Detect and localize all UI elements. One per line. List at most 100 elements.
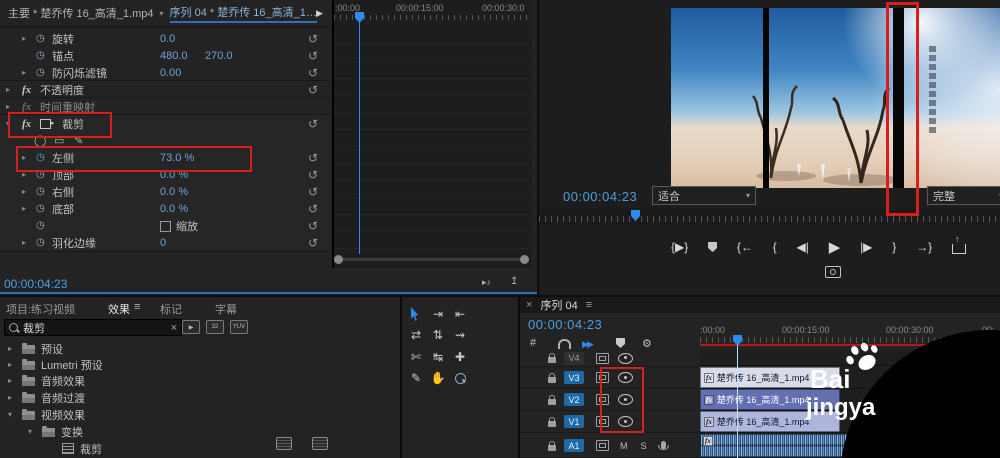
chevron-down-icon[interactable]: ▾ [160,9,164,18]
slide-tool[interactable]: ✚ [450,348,470,366]
property-value[interactable]: 0 [160,237,166,249]
reset-icon[interactable]: ↺ [308,151,318,165]
export-icon[interactable]: ↥ [510,276,518,287]
source-patch-icon[interactable] [596,440,609,451]
new-custom-bin-button[interactable] [276,437,292,450]
snap-magnet-icon[interactable] [558,339,571,349]
step-back-button[interactable]: ◀| [797,240,809,254]
play-in-out-button[interactable]: {▶} [671,240,688,254]
track-label-a1[interactable]: A1 [564,439,584,452]
monitor-timecode[interactable]: 00:00:04:23 [563,189,637,204]
chevron-down-icon[interactable]: ▾ [28,427,36,436]
property-row-crop-bottom[interactable]: ▸ ◷ 底部 0.0 % ↺ [0,200,330,217]
solo-button[interactable]: S [641,441,647,451]
tab-markers[interactable]: 标记 [160,301,182,317]
rolling-edit-tool[interactable]: ⇅ [428,326,448,344]
zoom-handle-left[interactable] [334,255,343,264]
timeline-timecode[interactable]: 00:00:04:23 [528,317,602,332]
tree-item-audio-transitions[interactable]: ▸ 音频过渡 [8,390,85,405]
timeline-settings-icon[interactable]: ⚙ [642,337,652,350]
lock-icon[interactable] [548,372,556,383]
effect-controls-timeline[interactable]: :00:00 00:00:15:00 00:00:30:0 [332,0,532,268]
mark-out-button[interactable]: } [892,240,896,254]
voiceover-mic-icon[interactable] [658,440,670,450]
property-value-y[interactable]: 270.0 [205,50,233,62]
reset-icon[interactable]: ↺ [308,32,318,46]
chevron-right-icon[interactable]: ▸ [6,85,10,94]
play-button[interactable]: ▶ [829,238,841,256]
tree-item-video-effects[interactable]: ▾ 视频效果 [8,407,85,422]
tab-captions[interactable]: 字幕 [215,301,237,317]
zoom-level-select[interactable]: 适合 ▾ [652,186,756,205]
reset-icon[interactable]: ↺ [308,236,318,250]
mute-button[interactable]: M [620,441,628,451]
add-marker-icon[interactable] [708,242,718,252]
property-value[interactable]: 0.0 % [160,203,188,215]
play-audio-icon[interactable]: ▸♪ [482,277,491,288]
playback-quality-select[interactable]: 完整 ▾ [927,186,1000,205]
chevron-right-icon[interactable]: ▸ [8,360,16,369]
tree-item-crop-effect[interactable]: 裁剪 [62,441,102,456]
stopwatch-icon[interactable]: ◷ [36,186,45,197]
property-row-rotation[interactable]: ▸ ◷ 旋转 0.0 ↺ [0,30,330,47]
property-row-crop-zoom[interactable]: ◷ 缩放 ↺ [0,217,330,234]
chevron-right-icon[interactable]: ▸ [22,68,26,77]
panel-menu-icon[interactable]: ≡ [586,299,592,311]
hand-tool[interactable]: ✋ [428,369,448,387]
chevron-right-icon[interactable]: ▸ [22,34,26,43]
zoom-checkbox[interactable] [160,221,171,232]
nest-sequence-icon[interactable]: # [530,337,536,349]
lock-icon[interactable] [548,394,556,405]
property-row-anchor[interactable]: ◷ 锚点 480.0 270.0 ↺ [0,47,330,64]
track-visibility-eye-icon[interactable] [618,352,633,364]
chevron-right-icon[interactable]: ▸ [8,344,16,353]
stopwatch-icon[interactable]: ◷ [36,203,45,214]
track-label-v2[interactable]: V2 [564,393,584,406]
stopwatch-icon[interactable]: ◷ [36,67,45,78]
property-value[interactable]: 0.0 [160,33,175,45]
chevron-right-icon[interactable]: ▸ [8,393,16,402]
chevron-right-icon[interactable]: ▸ [22,204,26,213]
track-select-forward-tool[interactable]: ⇥ [428,305,448,323]
linked-selection-icon[interactable]: ▶▶ [582,339,594,350]
clip-a1-audio[interactable]: fx [700,434,854,457]
property-value[interactable]: 480.0 [160,50,188,62]
rate-stretch-tool[interactable]: ⇝ [450,326,470,344]
go-to-in-button[interactable]: {← [737,240,753,254]
reset-icon[interactable]: ↺ [308,117,318,131]
chevron-right-icon[interactable]: ▸ [8,376,16,385]
step-forward-button[interactable]: |▶ [860,240,872,254]
chevron-right-icon[interactable]: ▸ [22,187,26,196]
source-clip-tab[interactable]: 主要 * 楚乔传 16_高清_1.mp4 [8,5,154,21]
reset-icon[interactable]: ↺ [308,83,318,97]
lock-icon[interactable] [548,353,556,363]
playhead[interactable] [355,12,364,23]
tab-overflow-icon[interactable]: ▶ [316,8,323,19]
tree-item-audio-effects[interactable]: ▸ 音频效果 [8,373,85,388]
mark-in-button[interactable]: { [773,240,777,254]
sequence-clip-tab[interactable]: 序列 04 * 楚乔传 16_高清_1… [169,4,317,23]
reset-icon[interactable]: ↺ [308,185,318,199]
lock-icon[interactable] [548,440,556,451]
pen-tool[interactable]: ✎ [406,369,426,387]
chevron-right-icon[interactable]: ▸ [22,238,26,247]
tree-item-lumetri-presets[interactable]: ▸ Lumetri 预设 [8,357,103,372]
camera-icon[interactable] [825,266,841,278]
lock-icon[interactable] [548,416,556,427]
yuv-effects-badge[interactable]: YUV [230,320,248,334]
tree-item-presets[interactable]: ▸ 预设 [8,341,63,356]
ripple-edit-tool[interactable]: ⇄ [406,326,426,344]
reset-icon[interactable]: ↺ [308,202,318,216]
32bit-effects-badge[interactable]: 32 [206,320,224,334]
stopwatch-icon[interactable]: ◷ [36,220,45,231]
zoom-scrollbar[interactable] [340,258,522,261]
tab-effects[interactable]: 效果 [108,301,130,321]
chevron-right-icon[interactable]: ▸ [6,102,10,111]
ecp-timecode[interactable]: 00:00:04:23 [4,277,67,291]
effect-row-opacity[interactable]: ▸ fx 不透明度 ↺ [0,81,330,98]
track-label-v1[interactable]: V1 [564,415,584,428]
property-row-feather[interactable]: ▸ ◷ 羽化边缘 0 ↺ [0,234,330,251]
export-frame-icon[interactable] [951,234,966,254]
stopwatch-icon[interactable]: ◷ [36,33,45,44]
property-value[interactable]: 0.00 [160,67,181,79]
